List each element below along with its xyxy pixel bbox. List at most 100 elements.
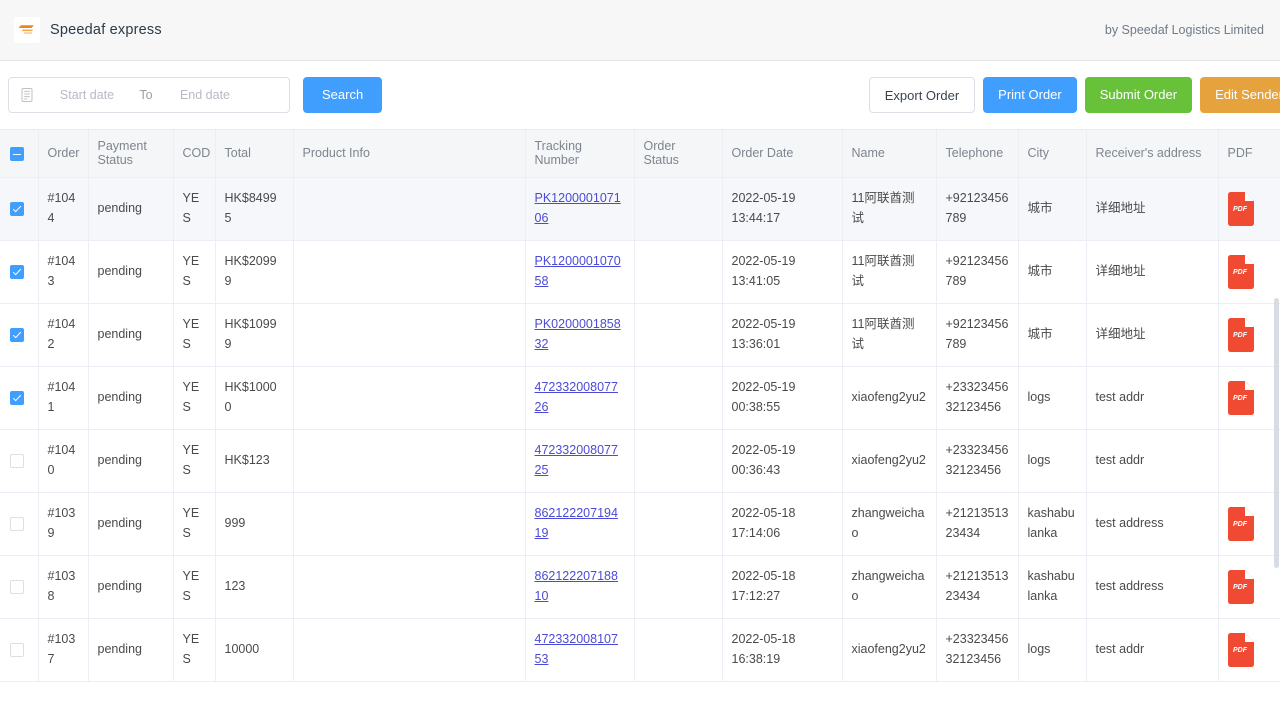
date-range-picker[interactable]: To (8, 77, 290, 113)
table-row[interactable]: #1039 pending YES 999 86212220719419 2022-05-… (0, 492, 1280, 556)
print-order-button[interactable]: Print Order (983, 77, 1077, 113)
calendar-icon (19, 87, 35, 103)
date-range-separator: To (139, 88, 153, 102)
table-row[interactable]: #1038 pending YES 123 86212220718810 2022-05-… (0, 555, 1280, 619)
cell-name: 11阿联酋测试 (842, 240, 937, 304)
pdf-icon[interactable]: PDF (1227, 380, 1272, 415)
column-header-receiver-address[interactable]: Receiver's address (1086, 130, 1219, 178)
tracking-number-link[interactable]: 47233200807726 (535, 380, 618, 413)
table-row[interactable]: #1044 pending YES HK$84995 PK120000107106 202… (0, 177, 1280, 241)
cell-name: 11阿联酋测试 (842, 177, 937, 241)
row-select-checkbox[interactable] (10, 642, 24, 657)
column-header-cod[interactable]: COD (173, 130, 216, 178)
cell-tracking-number: 47233200810753 (525, 618, 635, 682)
start-date-input[interactable] (41, 87, 133, 103)
table-row[interactable]: #1040 pending YES HK$123 47233200807725 2022-… (0, 429, 1280, 493)
row-select-checkbox[interactable] (10, 579, 24, 594)
cell-cod: YES (173, 303, 216, 367)
cell-tracking-number: 86212220718810 (525, 555, 635, 619)
table-body: #1044 pending YES HK$84995 PK120000107106 202… (0, 177, 1280, 682)
column-header-total[interactable]: Total (215, 130, 294, 178)
tracking-number-link[interactable]: 47233200807725 (535, 443, 618, 476)
cell-product-info (293, 177, 526, 241)
cell-order-status (634, 429, 723, 493)
cell-city: logs (1018, 366, 1087, 430)
column-header-order[interactable]: Order (38, 130, 89, 178)
table-row[interactable]: #1042 pending YES HK$10999 PK020000185832 202… (0, 303, 1280, 367)
cell-total: HK$10999 (215, 303, 294, 367)
column-header-telephone[interactable]: Telephone (936, 130, 1019, 178)
submit-order-button[interactable]: Submit Order (1084, 77, 1193, 113)
row-select-checkbox[interactable] (10, 264, 24, 279)
column-header-name[interactable]: Name (842, 130, 937, 178)
column-header-order-status[interactable]: Order Status (634, 130, 723, 178)
end-date-input[interactable] (159, 87, 251, 103)
cell-city: logs (1018, 429, 1087, 493)
row-select-cell (0, 429, 39, 493)
tracking-number-link[interactable]: 47233200810753 (535, 632, 618, 665)
cell-order-date: 2022-05-19 13:44:17 (722, 177, 843, 241)
cell-receiver-address: test addr (1086, 366, 1219, 430)
column-header-tracking-number[interactable]: Tracking Number (525, 130, 635, 178)
pdf-icon[interactable]: PDF (1227, 569, 1272, 604)
cell-payment-status: pending (88, 618, 174, 682)
cell-pdf: PDF (1218, 555, 1280, 619)
cell-pdf: PDF (1218, 618, 1280, 682)
pdf-icon[interactable]: PDF (1227, 191, 1272, 226)
pdf-icon[interactable]: PDF (1227, 317, 1272, 352)
tracking-number-link[interactable]: PK020000185832 (535, 317, 621, 350)
row-select-cell (0, 177, 39, 241)
tracking-number-link[interactable]: 86212220719419 (535, 506, 618, 539)
column-header-product-info[interactable]: Product Info (293, 130, 526, 178)
cell-order-date: 2022-05-19 13:41:05 (722, 240, 843, 304)
edit-sender-button[interactable]: Edit Sender (1200, 77, 1280, 113)
select-all-checkbox[interactable] (10, 146, 24, 161)
table-row[interactable]: #1041 pending YES HK$10000 47233200807726 202… (0, 366, 1280, 430)
brand-name: Speedaf express (50, 22, 162, 38)
cell-order-status (634, 240, 723, 304)
cell-order-status (634, 366, 723, 430)
row-select-cell (0, 492, 39, 556)
export-order-button[interactable]: Export Order (868, 77, 976, 113)
tracking-number-link[interactable]: PK120000107106 (535, 191, 621, 224)
cell-name: zhangweichao (842, 492, 937, 556)
column-header-payment-status[interactable]: Payment Status (88, 130, 174, 178)
row-select-cell (0, 555, 39, 619)
row-select-cell (0, 240, 39, 304)
pdf-icon[interactable]: PDF (1227, 506, 1272, 541)
tracking-number-link[interactable]: 86212220718810 (535, 569, 618, 602)
row-select-checkbox[interactable] (10, 453, 24, 468)
svg-text:PDF: PDF (1233, 647, 1248, 654)
svg-text:PDF: PDF (1233, 395, 1248, 402)
vertical-scrollbar-thumb[interactable] (1274, 298, 1279, 568)
tracking-number-link[interactable]: PK120000107058 (535, 254, 621, 287)
cell-order-date: 2022-05-19 13:36:01 (722, 303, 843, 367)
row-select-checkbox[interactable] (10, 390, 24, 405)
filter-toolbar: To Search Export Order Print Order Submi… (0, 61, 1280, 130)
pdf-icon[interactable]: PDF (1227, 632, 1272, 667)
row-select-checkbox[interactable] (10, 516, 24, 531)
column-header-pdf[interactable]: PDF (1218, 130, 1280, 178)
cell-order-status (634, 492, 723, 556)
cell-city: logs (1018, 618, 1087, 682)
column-header-city[interactable]: City (1018, 130, 1087, 178)
cell-product-info (293, 303, 526, 367)
table-row[interactable]: #1037 pending YES 10000 47233200810753 2022-0… (0, 618, 1280, 682)
row-select-checkbox[interactable] (10, 327, 24, 342)
vertical-scrollbar[interactable] (1273, 130, 1280, 720)
cell-telephone: +2121351323434 (936, 492, 1019, 556)
pdf-icon[interactable]: PDF (1227, 254, 1272, 289)
row-select-checkbox[interactable] (10, 201, 24, 216)
search-button[interactable]: Search (303, 77, 383, 113)
column-header-order-date[interactable]: Order Date (722, 130, 843, 178)
table-row[interactable]: #1043 pending YES HK$20999 PK120000107058 202… (0, 240, 1280, 304)
cell-order-date: 2022-05-18 17:12:27 (722, 555, 843, 619)
cell-receiver-address: test addr (1086, 618, 1219, 682)
cell-telephone: +92123456789 (936, 240, 1019, 304)
cell-tracking-number: 86212220719419 (525, 492, 635, 556)
cell-name: zhangweichao (842, 555, 937, 619)
cell-pdf: PDF (1218, 303, 1280, 367)
cell-order: #1043 (38, 240, 89, 304)
cell-tracking-number: 47233200807725 (525, 429, 635, 493)
cell-order-date: 2022-05-19 00:36:43 (722, 429, 843, 493)
